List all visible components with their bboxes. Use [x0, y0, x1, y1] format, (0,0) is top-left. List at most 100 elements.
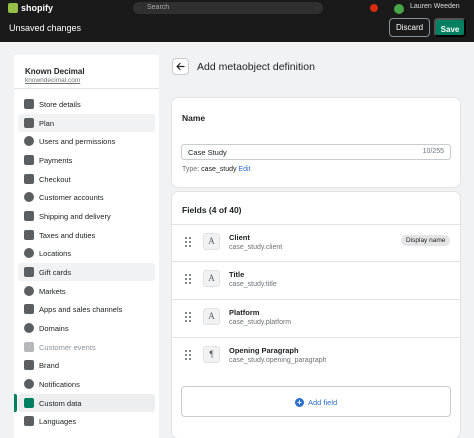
paragraph-type-icon: ¶ — [203, 346, 220, 363]
drag-handle-icon[interactable] — [185, 274, 191, 284]
gift-icon — [24, 267, 34, 277]
name-heading: Name — [182, 113, 206, 123]
cart-icon — [24, 174, 34, 184]
sidebar-item-store-details[interactable]: Store details — [18, 95, 155, 113]
globe-icon — [24, 323, 34, 333]
sidebar-item-label: Languages — [39, 417, 77, 426]
field-key: case_study.platform — [229, 319, 292, 326]
sidebar-item-languages[interactable]: Languages — [18, 412, 155, 430]
brand-icon — [24, 360, 34, 370]
sidebar-item-label: Locations — [39, 249, 72, 258]
char-counter: 10/255 — [422, 148, 444, 155]
field-name: Platform — [229, 308, 260, 317]
add-field-label: Add field — [308, 398, 338, 407]
sidebar-item-label: Notifications — [39, 380, 80, 389]
name-field[interactable]: Case Study 10/255 — [181, 144, 451, 160]
type-label: Type: — [182, 166, 200, 173]
sidebar-item-shipping[interactable]: Shipping and delivery — [18, 207, 155, 225]
type-value: case_study — [201, 166, 237, 173]
fields-card: Fields (4 of 40) A Client case_study.cli… — [172, 192, 460, 438]
text-type-icon: A — [203, 308, 220, 325]
sidebar-item-checkout[interactable]: Checkout — [18, 170, 155, 188]
languages-icon — [24, 416, 34, 426]
sidebar-item-gift-cards[interactable]: Gift cards — [18, 263, 155, 281]
avatar[interactable] — [394, 4, 404, 14]
sidebar-item-locations[interactable]: Locations — [18, 244, 155, 262]
field-row-opening-paragraph[interactable]: ¶ Opening Paragraph case_study.opening_p… — [172, 338, 460, 376]
store-domain-link[interactable]: knowndecimal.com — [25, 77, 80, 84]
field-row-platform[interactable]: A Platform case_study.platform — [172, 300, 460, 338]
name-value: Case Study — [188, 148, 227, 157]
page-title: Add metaobject definition — [197, 61, 315, 73]
sidebar-item-domains[interactable]: Domains — [18, 319, 155, 337]
text-type-icon: A — [203, 233, 220, 250]
sidebar-item-notifications[interactable]: Notifications — [18, 375, 155, 393]
sidebar-item-plan[interactable]: Plan — [18, 114, 155, 132]
field-row-title[interactable]: A Title case_study.title — [172, 262, 460, 300]
sidebar-item-label: Users and permissions — [39, 137, 116, 146]
globe-icon — [24, 286, 34, 296]
sidebar-item-label: Shipping and delivery — [39, 212, 111, 221]
top-bar: shopify Search Lauren Weeden — [0, 0, 474, 14]
payments-icon — [24, 155, 34, 165]
settings-sidebar: Known Decimal knowndecimal.com Store det… — [14, 55, 159, 438]
sidebar-item-users[interactable]: Users and permissions — [18, 132, 155, 150]
add-field-button[interactable]: + Add field — [181, 386, 451, 417]
sidebar-item-payments[interactable]: Payments — [18, 151, 155, 169]
drag-handle-icon[interactable] — [185, 312, 191, 322]
field-key: case_study.title — [229, 281, 277, 288]
tax-icon — [24, 230, 34, 240]
name-card: Name Case Study 10/255 Type: case_study … — [172, 98, 460, 187]
location-icon — [24, 248, 34, 258]
sidebar-item-label: Brand — [39, 361, 60, 370]
custom-data-icon — [24, 398, 34, 408]
sidebar-divider — [14, 88, 159, 89]
sidebar-item-customer-events[interactable]: Customer events — [18, 338, 155, 356]
plus-circle-icon: + — [295, 398, 304, 407]
sidebar-item-taxes[interactable]: Taxes and duties — [18, 226, 155, 244]
sidebar-item-label: Payments — [39, 156, 73, 165]
search-bar[interactable]: Search — [133, 2, 323, 14]
sidebar-item-customer-accounts[interactable]: Customer accounts — [18, 188, 155, 206]
plan-icon — [24, 118, 34, 128]
apps-icon — [24, 304, 34, 314]
drag-handle-icon[interactable] — [185, 350, 191, 360]
sidebar-item-custom-data[interactable]: Custom data — [14, 394, 155, 412]
drag-handle-icon[interactable] — [185, 237, 191, 247]
sidebar-item-label: Markets — [39, 287, 66, 296]
truck-icon — [24, 211, 34, 221]
store-icon — [24, 99, 34, 109]
sidebar-item-label: Taxes and duties — [39, 231, 96, 240]
type-line: Type: case_study Edit — [182, 166, 251, 173]
field-name: Opening Paragraph — [229, 346, 299, 355]
back-button[interactable] — [172, 58, 189, 75]
field-row-client[interactable]: A Client case_study.client Display name — [172, 224, 460, 262]
sidebar-item-brand[interactable]: Brand — [18, 356, 155, 374]
sidebar-item-label: Store details — [39, 100, 81, 109]
shopify-bag-icon — [8, 3, 18, 13]
display-name-badge: Display name — [401, 235, 451, 246]
discard-button[interactable]: Discard — [389, 18, 430, 37]
shopify-logo[interactable]: shopify — [8, 3, 53, 13]
sidebar-item-label: Checkout — [39, 175, 71, 184]
user-name[interactable]: Lauren Weeden — [410, 3, 460, 10]
user-icon — [24, 136, 34, 146]
sidebar-item-label: Plan — [39, 119, 55, 128]
edit-type-link[interactable]: Edit — [238, 166, 250, 173]
field-key: case_study.client — [229, 244, 283, 251]
customer-icon — [24, 192, 34, 202]
events-icon — [24, 342, 34, 352]
notification-icon[interactable] — [370, 4, 378, 12]
sidebar-item-apps[interactable]: Apps and sales channels — [18, 300, 155, 318]
fields-heading: Fields (4 of 40) — [182, 205, 242, 215]
store-name: Known Decimal — [25, 67, 85, 76]
sidebar-item-label: Custom data — [39, 399, 82, 408]
brand-text: shopify — [21, 3, 54, 13]
field-name: Title — [229, 270, 245, 279]
sidebar-item-label: Gift cards — [39, 268, 72, 277]
sidebar-item-markets[interactable]: Markets — [18, 282, 155, 300]
save-button[interactable]: Save — [434, 18, 466, 37]
sidebar-item-label: Customer accounts — [39, 193, 104, 202]
field-key: case_study.opening_paragraph — [229, 357, 327, 364]
unsaved-changes-title: Unsaved changes — [9, 23, 82, 33]
